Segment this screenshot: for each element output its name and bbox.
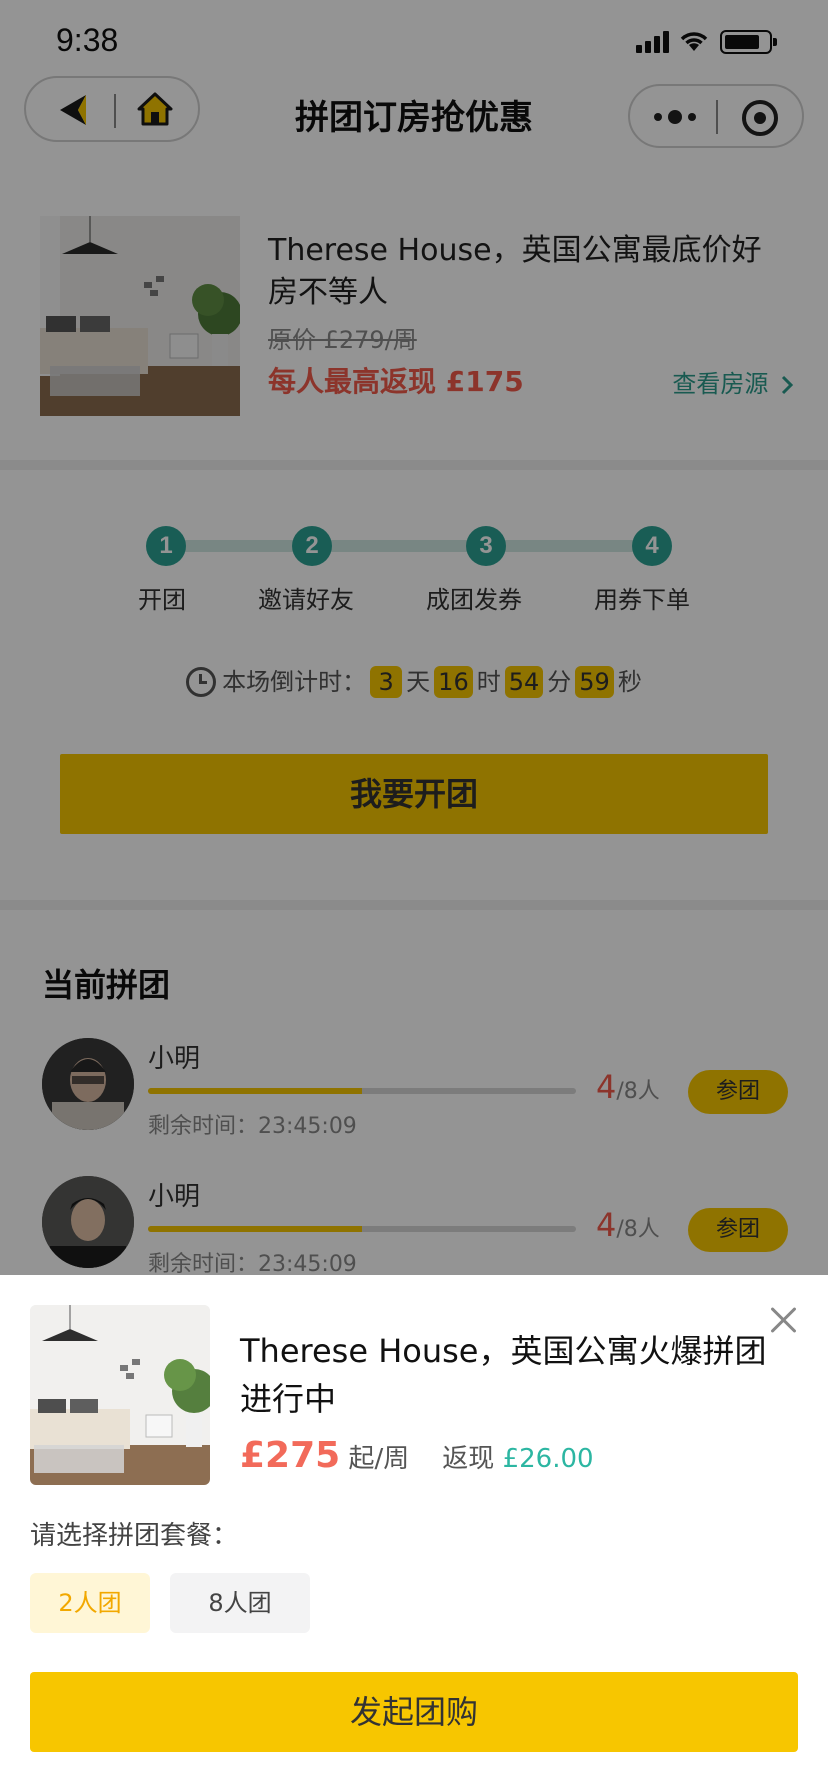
group-purchase-sheet: Therese House，英国公寓火爆拼团进行中 £275 起/周 返现 £2…	[0, 1275, 828, 1792]
package-option-2[interactable]: 2人团	[30, 1573, 150, 1633]
sheet-title: Therese House，英国公寓火爆拼团进行中	[240, 1332, 767, 1418]
sheet-price-unit: 起/周	[348, 1444, 410, 1474]
package-option-8[interactable]: 8人团	[170, 1573, 310, 1633]
start-group-purchase-button[interactable]: 发起团购	[30, 1672, 798, 1752]
sheet-price-row: £275 起/周 返现 £26.00	[240, 1435, 594, 1476]
sheet-cashback-label: 返现	[442, 1444, 495, 1474]
modal-backdrop[interactable]	[0, 0, 828, 1275]
sheet-cashback-value: £26.00	[502, 1444, 594, 1474]
sheet-room-thumbnail	[30, 1305, 210, 1485]
sheet-price: £275	[240, 1435, 341, 1476]
choose-package-label: 请选择拼团套餐：	[30, 1521, 239, 1551]
